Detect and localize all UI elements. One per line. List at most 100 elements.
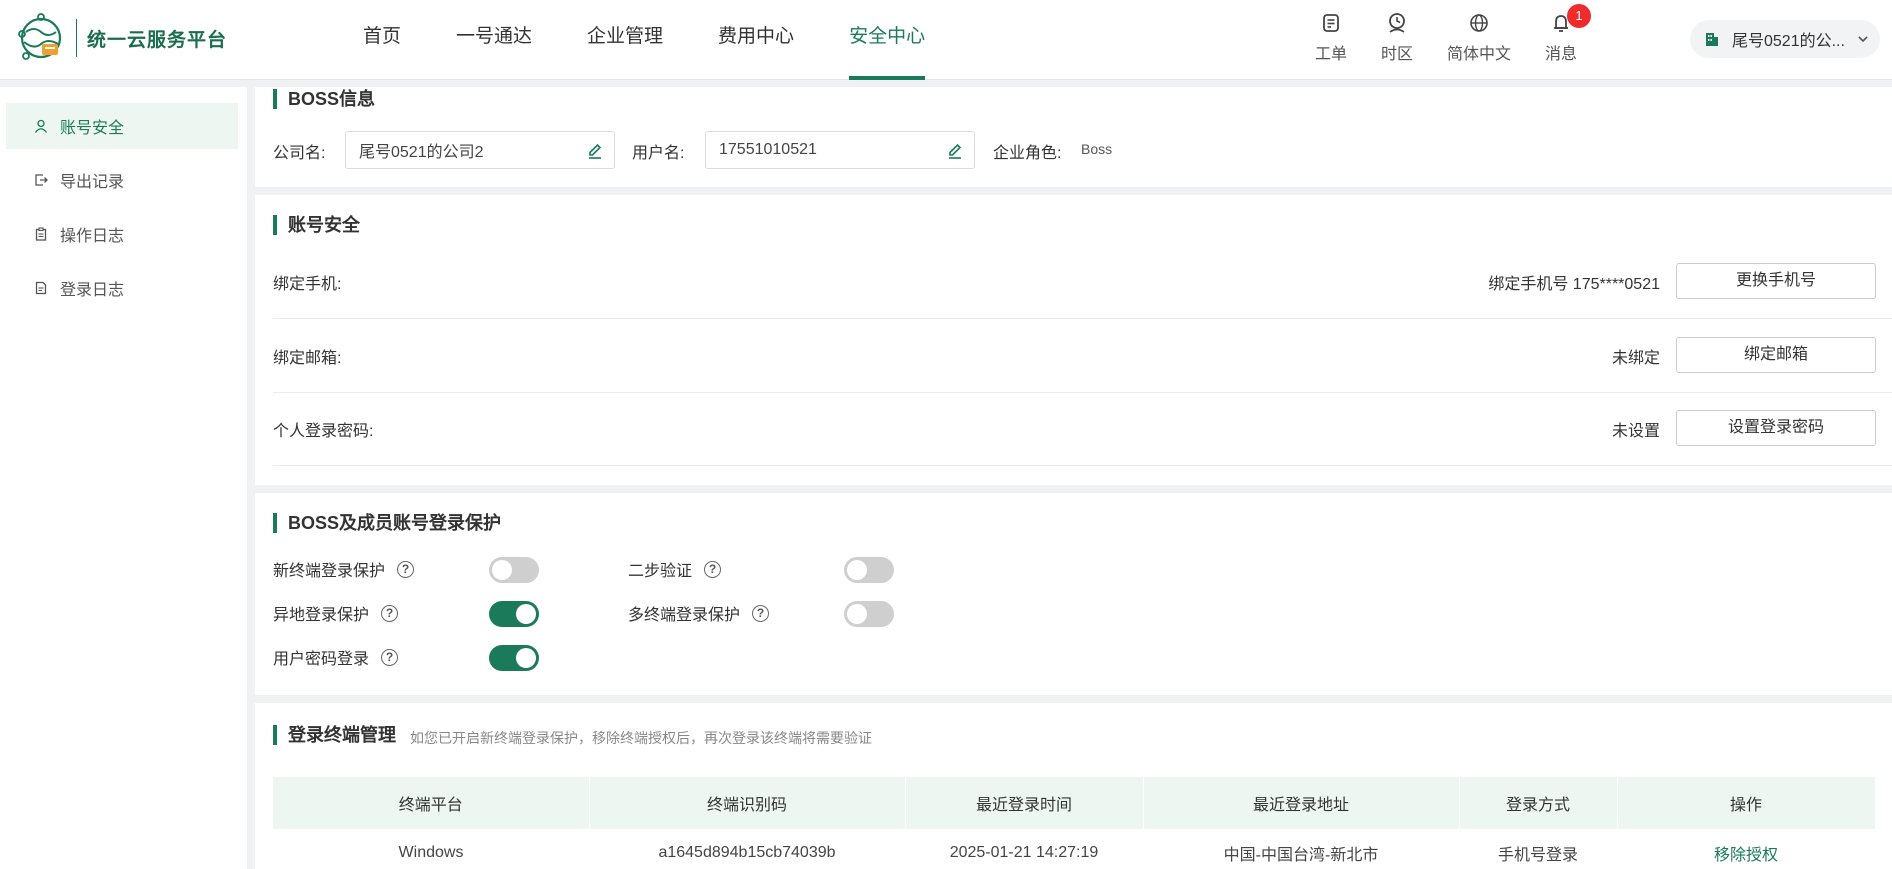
table-header-row: 终端平台 终端识别码 最近登录时间 最近登录地址 登录方式 操作 (273, 777, 1876, 829)
clipboard-icon (35, 227, 47, 241)
help-icon[interactable]: ? (704, 560, 722, 578)
language-label: 简体中文 (1446, 46, 1511, 63)
terminal-table: 终端平台 终端识别码 最近登录时间 最近登录地址 登录方式 操作 Windows… (273, 777, 1876, 869)
messages-label: 消息 (1544, 46, 1577, 63)
toggle-text: 多终端登录保护 (628, 607, 741, 624)
nav-security[interactable]: 安全中心 (849, 0, 926, 80)
cell-login-time: 2025-01-21 14:27:19 (949, 844, 1099, 861)
cell-login-method: 手机号登录 (1497, 847, 1578, 864)
sidebar-item-label: 登录日志 (60, 282, 125, 299)
header-tools: 工单 时区 简体中文 消息 1 (1281, 4, 1591, 64)
username-field[interactable]: 17551010521 (705, 131, 975, 169)
document-icon (35, 281, 47, 295)
role-label: 企业角色: (993, 145, 1062, 162)
nav-home[interactable]: 首页 (363, 0, 401, 80)
terminal-management-title: 登录终端管理 (273, 725, 396, 745)
company-name: 尾号0521的公... (1732, 33, 1845, 50)
nav-yihao-tongda[interactable]: 一号通达 (456, 0, 532, 80)
help-icon[interactable]: ? (381, 604, 399, 622)
divider (273, 392, 1892, 393)
chevron-down-icon (1858, 36, 1868, 43)
company-switcher[interactable]: 尾号0521的公... (1690, 20, 1880, 58)
logo-icon (18, 13, 62, 60)
role-value: Boss (1081, 141, 1113, 157)
change-phone-button[interactable]: 更换手机号 (1676, 263, 1876, 299)
unread-badge: 1 (1566, 4, 1591, 28)
timezone-button[interactable]: 时区 (1381, 12, 1413, 64)
toggle-knob (847, 560, 867, 580)
export-icon (35, 174, 48, 186)
password-login-toggle[interactable] (489, 645, 539, 671)
sidebar-item-label: 操作日志 (60, 228, 125, 245)
toggle-knob (516, 648, 536, 668)
messages-button[interactable]: 消息 1 (1544, 4, 1591, 64)
edit-icon[interactable] (586, 142, 604, 160)
toggle-label-two-step: 二步验证? (628, 557, 722, 581)
sidebar-item-export-records[interactable]: 导出记录 (6, 157, 238, 203)
sidebar-item-account-security[interactable]: 账号安全 (6, 103, 238, 149)
toggle-label-password-login: 用户密码登录? (273, 645, 399, 669)
col-last-login-address: 最近登录地址 (1143, 777, 1460, 829)
col-actions: 操作 (1617, 777, 1876, 829)
timezone-label: 时区 (1380, 46, 1413, 63)
top-header: 统一云服务平台 首页 一号通达 企业管理 费用中心 安全中心 工单 时区 简体中… (0, 0, 1892, 80)
sidebar: 账号安全 导出记录 操作日志 登录日志 (0, 87, 247, 869)
cell-terminal-id: a1645d894b15cb74039b (658, 844, 836, 861)
nav-enterprise[interactable]: 企业管理 (587, 0, 663, 80)
col-login-method: 登录方式 (1459, 777, 1618, 829)
main-nav: 首页 一号通达 企业管理 费用中心 安全中心 (363, 0, 980, 80)
help-icon[interactable]: ? (397, 560, 415, 578)
sidebar-item-operation-log[interactable]: 操作日志 (6, 211, 238, 257)
company-name-field[interactable]: 尾号0521的公司2 (345, 131, 615, 169)
email-status: 未绑定 (1611, 350, 1660, 367)
user-icon (34, 119, 48, 133)
language-button[interactable]: 简体中文 (1447, 12, 1511, 64)
phone-status: 绑定手机号 175****0521 (1488, 276, 1660, 293)
col-last-login-time: 最近登录时间 (905, 777, 1144, 829)
logo-divider (76, 19, 77, 57)
logo[interactable]: 统一云服务平台 (14, 10, 227, 66)
help-icon[interactable]: ? (381, 648, 399, 666)
toggle-knob (847, 604, 867, 624)
multi-terminal-toggle[interactable] (844, 601, 894, 627)
phone-label: 绑定手机: (273, 276, 342, 293)
toggle-text: 二步验证 (628, 563, 693, 580)
account-security-title: 账号安全 (273, 215, 360, 235)
sidebar-item-login-log[interactable]: 登录日志 (6, 265, 238, 311)
set-password-button[interactable]: 设置登录密码 (1676, 410, 1876, 446)
bind-email-button[interactable]: 绑定邮箱 (1676, 337, 1876, 373)
new-terminal-toggle[interactable] (489, 557, 539, 583)
ticket-button[interactable]: 工单 (1315, 12, 1347, 64)
password-status: 未设置 (1611, 423, 1660, 440)
toggle-knob (492, 560, 512, 580)
company-name-value: 尾号0521的公司2 (359, 144, 484, 161)
ticket-label: 工单 (1314, 46, 1347, 63)
sidebar-item-label: 导出记录 (60, 174, 125, 191)
globe-icon (1470, 14, 1488, 32)
username-label: 用户名: (632, 145, 685, 162)
toggle-label-remote-login: 异地登录保护? (273, 601, 399, 625)
boss-info-title: BOSS信息 (273, 89, 375, 109)
edit-icon[interactable] (946, 142, 964, 160)
col-platform: 终端平台 (273, 777, 590, 829)
table-row: Windows a1645d894b15cb74039b 2025-01-21 … (273, 829, 1875, 869)
help-icon[interactable]: ? (752, 604, 770, 622)
boss-info-card: BOSS信息 公司名: 尾号0521的公司2 用户名: 17551010521 … (255, 87, 1892, 187)
terminal-hint: 如您已开启新终端登录保护，移除终端授权后，再次登录该终端将需要验证 (410, 730, 872, 746)
ticket-icon (1323, 14, 1339, 32)
divider (273, 318, 1892, 319)
nav-billing[interactable]: 费用中心 (718, 0, 794, 80)
cell-login-address: 中国-中国台湾-新北市 (1223, 847, 1379, 864)
divider (273, 465, 1892, 466)
toggle-text: 异地登录保护 (273, 607, 370, 624)
toggle-knob (516, 604, 536, 624)
remove-authorization-link[interactable]: 移除授权 (1617, 829, 1875, 869)
password-label: 个人登录密码: (273, 423, 374, 440)
account-security-card: 账号安全 绑定手机: 绑定手机号 175****0521 更换手机号 绑定邮箱:… (255, 195, 1892, 485)
logo-text: 统一云服务平台 (87, 29, 228, 51)
username-value: 17551010521 (719, 141, 817, 158)
toggle-label-multi-terminal: 多终端登录保护? (628, 601, 770, 625)
remote-login-toggle[interactable] (489, 601, 539, 627)
login-protection-card: BOSS及成员账号登录保护 新终端登录保护? 二步验证? 异地登录保护? 多终端… (255, 493, 1892, 695)
two-step-toggle[interactable] (844, 557, 894, 583)
